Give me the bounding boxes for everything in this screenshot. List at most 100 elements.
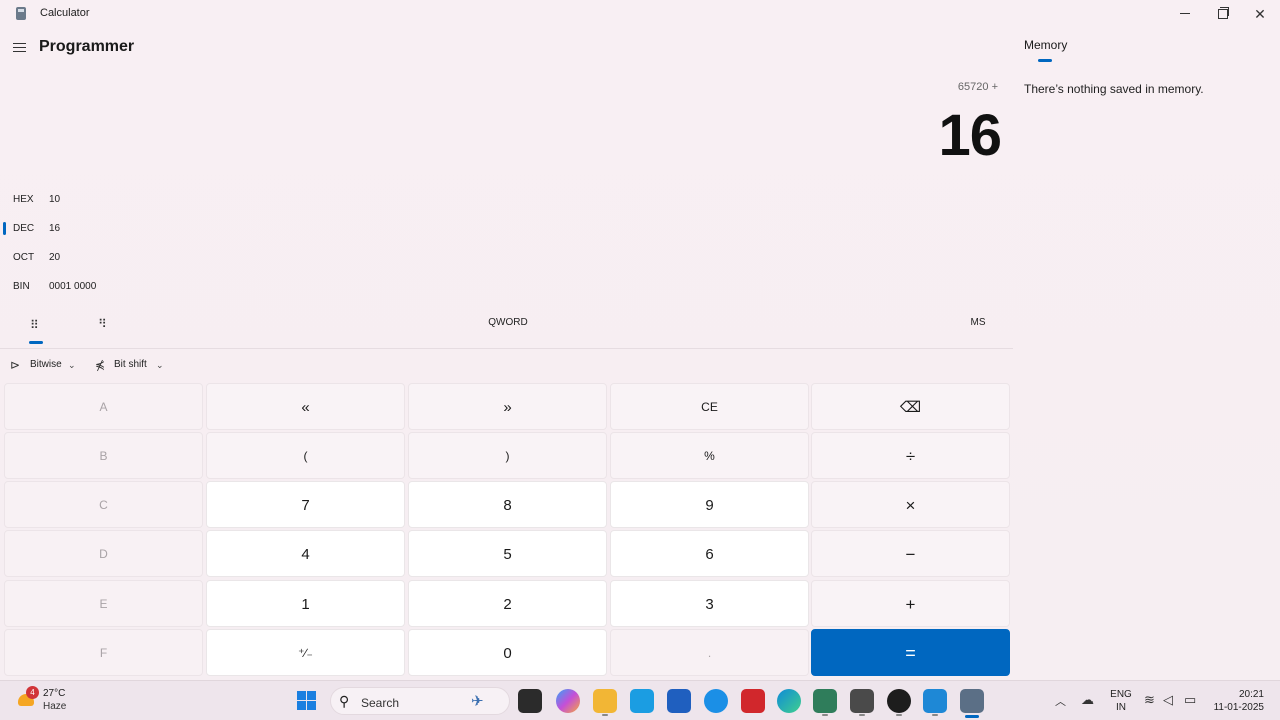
clapper-app-icon[interactable]	[850, 689, 874, 713]
clock-time: 20:21	[1238, 689, 1264, 700]
key-left-shift[interactable]: «	[206, 383, 405, 430]
app-v-icon[interactable]	[813, 689, 837, 713]
key-9[interactable]: 9	[610, 481, 809, 528]
selected-indicator	[3, 222, 6, 235]
running-indicator	[896, 714, 902, 716]
key-hex-e: E	[4, 580, 203, 627]
bitwise-label: Bitwise	[30, 359, 62, 370]
key-add[interactable]: +	[811, 580, 1010, 627]
key-percent[interactable]: %	[610, 432, 809, 479]
search-label: Search	[361, 696, 400, 710]
word-size-button[interactable]: QWORD	[458, 317, 558, 328]
weather-icon[interactable]: 4	[16, 686, 39, 711]
result-display: 16	[938, 103, 1002, 168]
notification-badge: 4	[26, 686, 39, 699]
calculator-app-icon	[16, 7, 26, 20]
expression-display: 65720 +	[957, 81, 998, 93]
key-multiply[interactable]: ×	[811, 481, 1010, 528]
key-3[interactable]: 3	[610, 580, 809, 627]
radix-label: HEX	[13, 194, 34, 205]
restore-button[interactable]	[1203, 0, 1241, 28]
wifi-icon[interactable]: ≋	[1144, 692, 1155, 708]
language-code: ENG	[1110, 689, 1132, 700]
myhp-icon[interactable]	[630, 689, 654, 713]
key-4[interactable]: 4	[206, 530, 405, 577]
photos-icon[interactable]	[923, 689, 947, 713]
key-subtract[interactable]: −	[811, 530, 1010, 577]
backspace-icon[interactable]: ⌫	[811, 383, 1010, 430]
help-icon[interactable]	[704, 689, 728, 713]
close-button[interactable]: ✕	[1241, 0, 1279, 28]
memory-empty-message: There’s nothing saved in memory.	[1024, 82, 1204, 96]
running-indicator	[822, 714, 828, 716]
keypad-icon: ⠿	[30, 318, 39, 332]
file-explorer-icon[interactable]	[593, 689, 617, 713]
key-2[interactable]: 2	[408, 580, 607, 627]
key-negate[interactable]: ⁺∕₋	[206, 629, 405, 676]
system-clock[interactable]: 20:21 11-01-2025	[1204, 688, 1264, 714]
tab-bit-toggling-keypad[interactable]: ⠻	[90, 313, 118, 341]
key-close-paren[interactable]: )	[408, 432, 607, 479]
hamburger-icon[interactable]	[12, 39, 28, 55]
key-0[interactable]: 0	[408, 629, 607, 676]
key-clear-entry[interactable]: CE	[610, 383, 809, 430]
chevron-down-icon: ⌄	[68, 360, 76, 370]
bit-toggle-icon: ⠻	[98, 317, 107, 331]
taskbar-search[interactable]: ⚲ Search ✈	[330, 687, 510, 715]
key-equals[interactable]: =	[811, 629, 1010, 676]
edge-browser-icon[interactable]	[777, 689, 801, 713]
window-title: Calculator	[40, 7, 90, 19]
bitshift-icon: ⋠	[95, 358, 106, 372]
key-hex-a: A	[4, 383, 203, 430]
microsoft-store-icon[interactable]	[667, 689, 691, 713]
key-7[interactable]: 7	[206, 481, 405, 528]
memory-store-button[interactable]: MS	[960, 317, 996, 328]
key-1[interactable]: 1	[206, 580, 405, 627]
divider	[0, 348, 1013, 349]
onedrive-icon[interactable]: ☁	[1081, 692, 1094, 708]
radix-row-hex[interactable]: HEX 10	[0, 190, 300, 210]
tab-selected-underline	[29, 341, 43, 344]
radix-value: 10	[49, 194, 61, 205]
windows-start-icon[interactable]	[297, 691, 317, 711]
battery-icon[interactable]: ▭	[1184, 692, 1196, 708]
key-hex-f: F	[4, 629, 203, 676]
show-hidden-icons-chevron-icon[interactable]: ︿	[1055, 693, 1066, 709]
radix-row-dec[interactable]: DEC 16	[0, 219, 300, 239]
calculator-window: Calculator ✕ Programmer 65720 + 16 HEX 1…	[0, 0, 1280, 680]
key-5[interactable]: 5	[408, 530, 607, 577]
radix-value: 20	[49, 252, 61, 263]
key-right-shift[interactable]: »	[408, 383, 607, 430]
key-decimal: .	[610, 629, 809, 676]
calculator-taskbar-icon[interactable]	[960, 689, 984, 713]
volume-icon[interactable]: ◁	[1163, 692, 1173, 708]
bitwise-dropdown[interactable]: ⊳ Bitwise ⌄	[10, 357, 82, 375]
weather-temperature[interactable]: 27°C	[43, 688, 65, 699]
radix-row-bin[interactable]: BIN 0001 0000	[0, 277, 300, 297]
key-divide[interactable]: ÷	[811, 432, 1010, 479]
minimize-button[interactable]	[1166, 0, 1204, 28]
active-app-indicator	[965, 715, 979, 718]
tab-full-keypad[interactable]: ⠿	[22, 313, 50, 345]
radix-value: 0001 0000	[49, 281, 97, 292]
key-8[interactable]: 8	[408, 481, 607, 528]
media-player-icon[interactable]	[887, 689, 911, 713]
bitwise-icon: ⊳	[10, 358, 21, 372]
weather-condition[interactable]: Haze	[43, 701, 66, 712]
running-indicator	[602, 714, 608, 716]
tab-memory[interactable]: Memory	[1024, 38, 1067, 52]
task-view-icon[interactable]	[518, 689, 542, 713]
copilot-icon[interactable]	[556, 689, 580, 713]
radix-row-oct[interactable]: OCT 20	[0, 248, 300, 268]
language-indicator[interactable]: ENG IN	[1110, 688, 1132, 714]
key-hex-c: C	[4, 481, 203, 528]
running-indicator	[932, 714, 938, 716]
key-6[interactable]: 6	[610, 530, 809, 577]
bitshift-dropdown[interactable]: ⋠ Bit shift ⌄	[95, 357, 175, 375]
key-open-paren[interactable]: (	[206, 432, 405, 479]
radix-label: BIN	[13, 281, 30, 292]
search-icon: ⚲	[339, 693, 350, 709]
chevron-down-icon: ⌄	[156, 360, 164, 370]
title-bar: Calculator ✕	[0, 0, 1280, 28]
mcafee-icon[interactable]	[741, 689, 765, 713]
